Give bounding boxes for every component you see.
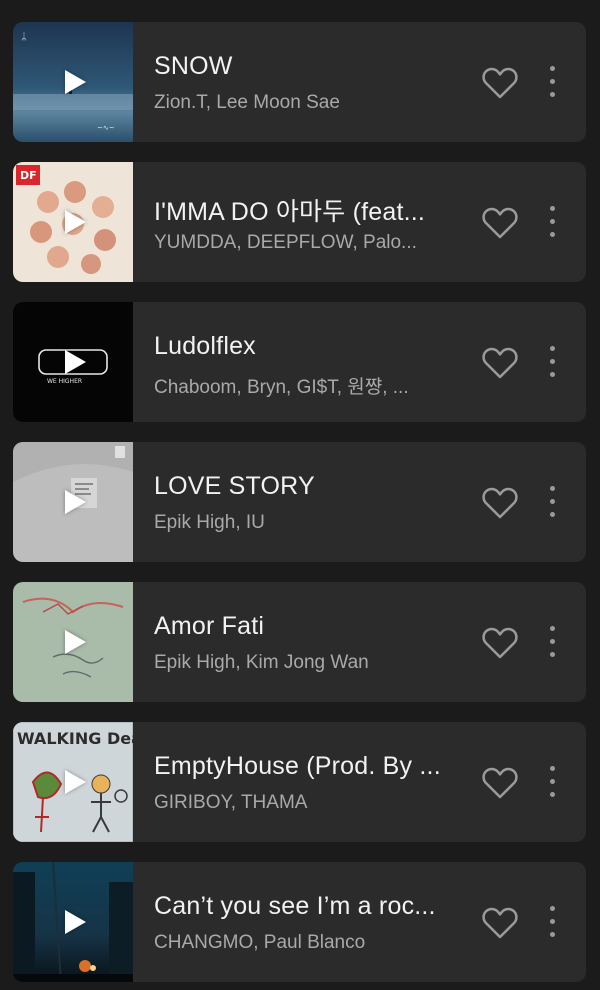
svg-text:ᛦ: ᛦ	[21, 32, 27, 43]
album-art-walking-dead[interactable]: WALKING Dead	[13, 722, 133, 842]
song-title: Amor Fati	[154, 612, 265, 640]
heart-outline-icon[interactable]	[481, 764, 519, 800]
play-icon[interactable]	[65, 910, 86, 934]
song-title: SNOW	[154, 52, 233, 80]
song-artists: Epik High, Kim Jong Wan	[154, 652, 369, 673]
heart-outline-icon[interactable]	[481, 904, 519, 940]
song-card[interactable]: ᛦ ~∿~ SNOW Zion.T, Lee Moon Sae	[13, 22, 586, 142]
album-art-grey-paper[interactable]	[13, 442, 133, 562]
more-vertical-icon[interactable]	[537, 482, 567, 522]
album-art-illustration[interactable]	[13, 582, 133, 702]
heart-outline-icon[interactable]	[481, 624, 519, 660]
more-vertical-icon[interactable]	[537, 62, 567, 102]
song-artists: Zion.T, Lee Moon Sae	[154, 92, 340, 113]
song-artists: Chaboom, Bryn, GI$T, 원쨩, ...	[154, 377, 409, 398]
song-artists: CHANGMO, Paul Blanco	[154, 932, 366, 953]
play-icon[interactable]	[65, 770, 86, 794]
more-vertical-icon[interactable]	[537, 762, 567, 802]
play-icon[interactable]	[65, 70, 86, 94]
heart-outline-icon[interactable]	[481, 204, 519, 240]
song-artists: Epik High, IU	[154, 512, 265, 533]
album-art-snow[interactable]: ᛦ ~∿~	[13, 22, 133, 142]
song-card[interactable]: Can’t you see I’m a roc... CHANGMO, Paul…	[13, 862, 586, 982]
play-icon[interactable]	[65, 630, 86, 654]
more-vertical-icon[interactable]	[537, 342, 567, 382]
album-art-text: WALKING Dead	[17, 729, 133, 748]
more-vertical-icon[interactable]	[537, 902, 567, 942]
song-card[interactable]: DF I'MMA DO 아마두 (feat... YUMDDA, DEEPFLO…	[13, 162, 586, 282]
album-art-text: WE HIGHER	[47, 378, 82, 385]
album-art-we-higher[interactable]: WE HIGHER	[13, 302, 133, 422]
heart-outline-icon[interactable]	[481, 484, 519, 520]
song-title: Ludolflex	[154, 332, 256, 360]
play-icon[interactable]	[65, 350, 86, 374]
song-card[interactable]: WALKING Dead EmptyHouse (Prod. By ... GI…	[13, 722, 586, 842]
song-title: LOVE STORY	[154, 472, 315, 500]
play-icon[interactable]	[65, 210, 86, 234]
more-vertical-icon[interactable]	[537, 622, 567, 662]
album-art-night-street[interactable]	[13, 862, 133, 982]
song-title: Can’t you see I’m a roc...	[154, 892, 436, 920]
heart-outline-icon[interactable]	[481, 344, 519, 380]
song-card[interactable]: LOVE STORY Epik High, IU	[13, 442, 586, 562]
song-artists: GIRIBOY, THAMA	[154, 792, 308, 813]
song-card[interactable]: Amor Fati Epik High, Kim Jong Wan	[13, 582, 586, 702]
play-icon[interactable]	[65, 490, 86, 514]
song-title: EmptyHouse (Prod. By ...	[154, 752, 441, 780]
more-vertical-icon[interactable]	[537, 202, 567, 242]
song-card[interactable]: WE HIGHER Ludolflex Chaboom, Bryn, GI$T,…	[13, 302, 586, 422]
album-badge: DF	[20, 169, 37, 182]
svg-text:~∿~: ~∿~	[97, 124, 115, 132]
song-title: I'MMA DO 아마두 (feat...	[154, 198, 426, 226]
heart-outline-icon[interactable]	[481, 64, 519, 100]
song-artists: YUMDDA, DEEPFLOW, Palo...	[154, 232, 417, 253]
album-art-group-photo[interactable]: DF	[13, 162, 133, 282]
song-list: ᛦ ~∿~ SNOW Zion.T, Lee Moon Sae DF I'MMA…	[0, 0, 600, 990]
